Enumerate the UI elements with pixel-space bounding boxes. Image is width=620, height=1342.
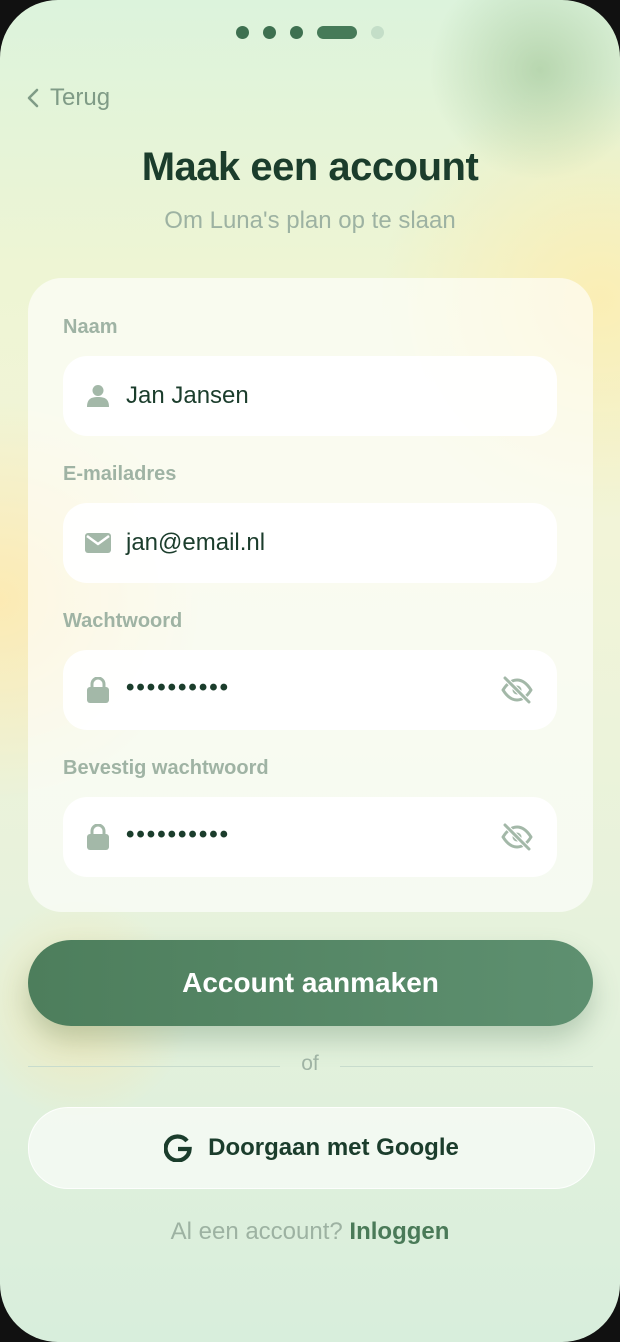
name-label: Naam (63, 316, 118, 338)
chevron-left-icon (27, 88, 39, 108)
name-value: Jan Jansen (126, 382, 249, 409)
progress-dot-1 (236, 26, 249, 39)
password-label: Wachtwoord (63, 610, 183, 632)
create-account-button[interactable]: Account aanmaken (28, 940, 593, 1026)
divider-left (28, 1066, 280, 1067)
back-label: Terug (50, 84, 111, 111)
email-label: E-mailadres (63, 463, 177, 485)
password-value: •••••••••• (126, 674, 231, 701)
page-title: Maak een account (141, 145, 479, 189)
progress-dot-2 (263, 26, 276, 39)
login-link[interactable]: Inloggen (349, 1218, 449, 1245)
divider-label: of (301, 1052, 319, 1075)
eye-off-icon[interactable] (501, 676, 533, 704)
name-field[interactable]: Jan Jansen (63, 356, 557, 436)
google-icon (164, 1134, 192, 1162)
google-label: Doorgaan met Google (208, 1134, 459, 1161)
divider-right (340, 1066, 593, 1067)
phone-screen: Terug Maak een account Om Luna's plan op… (0, 0, 620, 1342)
back-button[interactable]: Terug (26, 84, 110, 112)
person-icon (85, 383, 111, 409)
signup-form-card: Naam Jan Jansen E-mailadres jan@email.nl… (28, 278, 593, 912)
google-signin-button[interactable]: Doorgaan met Google (28, 1107, 595, 1189)
lock-icon (85, 824, 111, 850)
email-field[interactable]: jan@email.nl (63, 503, 557, 583)
login-prompt: Al een account? Inloggen (0, 1218, 620, 1246)
page-subtitle: Om Luna's plan op te slaan (164, 207, 456, 234)
progress-dot-5 (371, 26, 384, 39)
confirm-password-value: •••••••••• (126, 821, 231, 848)
progress-dots (236, 26, 384, 39)
confirm-password-field[interactable]: •••••••••• (63, 797, 557, 877)
eye-off-icon[interactable] (501, 823, 533, 851)
lock-icon (85, 677, 111, 703)
progress-dot-current (317, 26, 357, 39)
progress-dot-3 (290, 26, 303, 39)
email-value: jan@email.nl (126, 529, 266, 556)
mail-icon (85, 530, 111, 556)
confirm-password-label: Bevestig wachtwoord (63, 757, 269, 779)
login-prompt-text: Al een account? (170, 1218, 343, 1245)
password-field[interactable]: •••••••••• (63, 650, 557, 730)
